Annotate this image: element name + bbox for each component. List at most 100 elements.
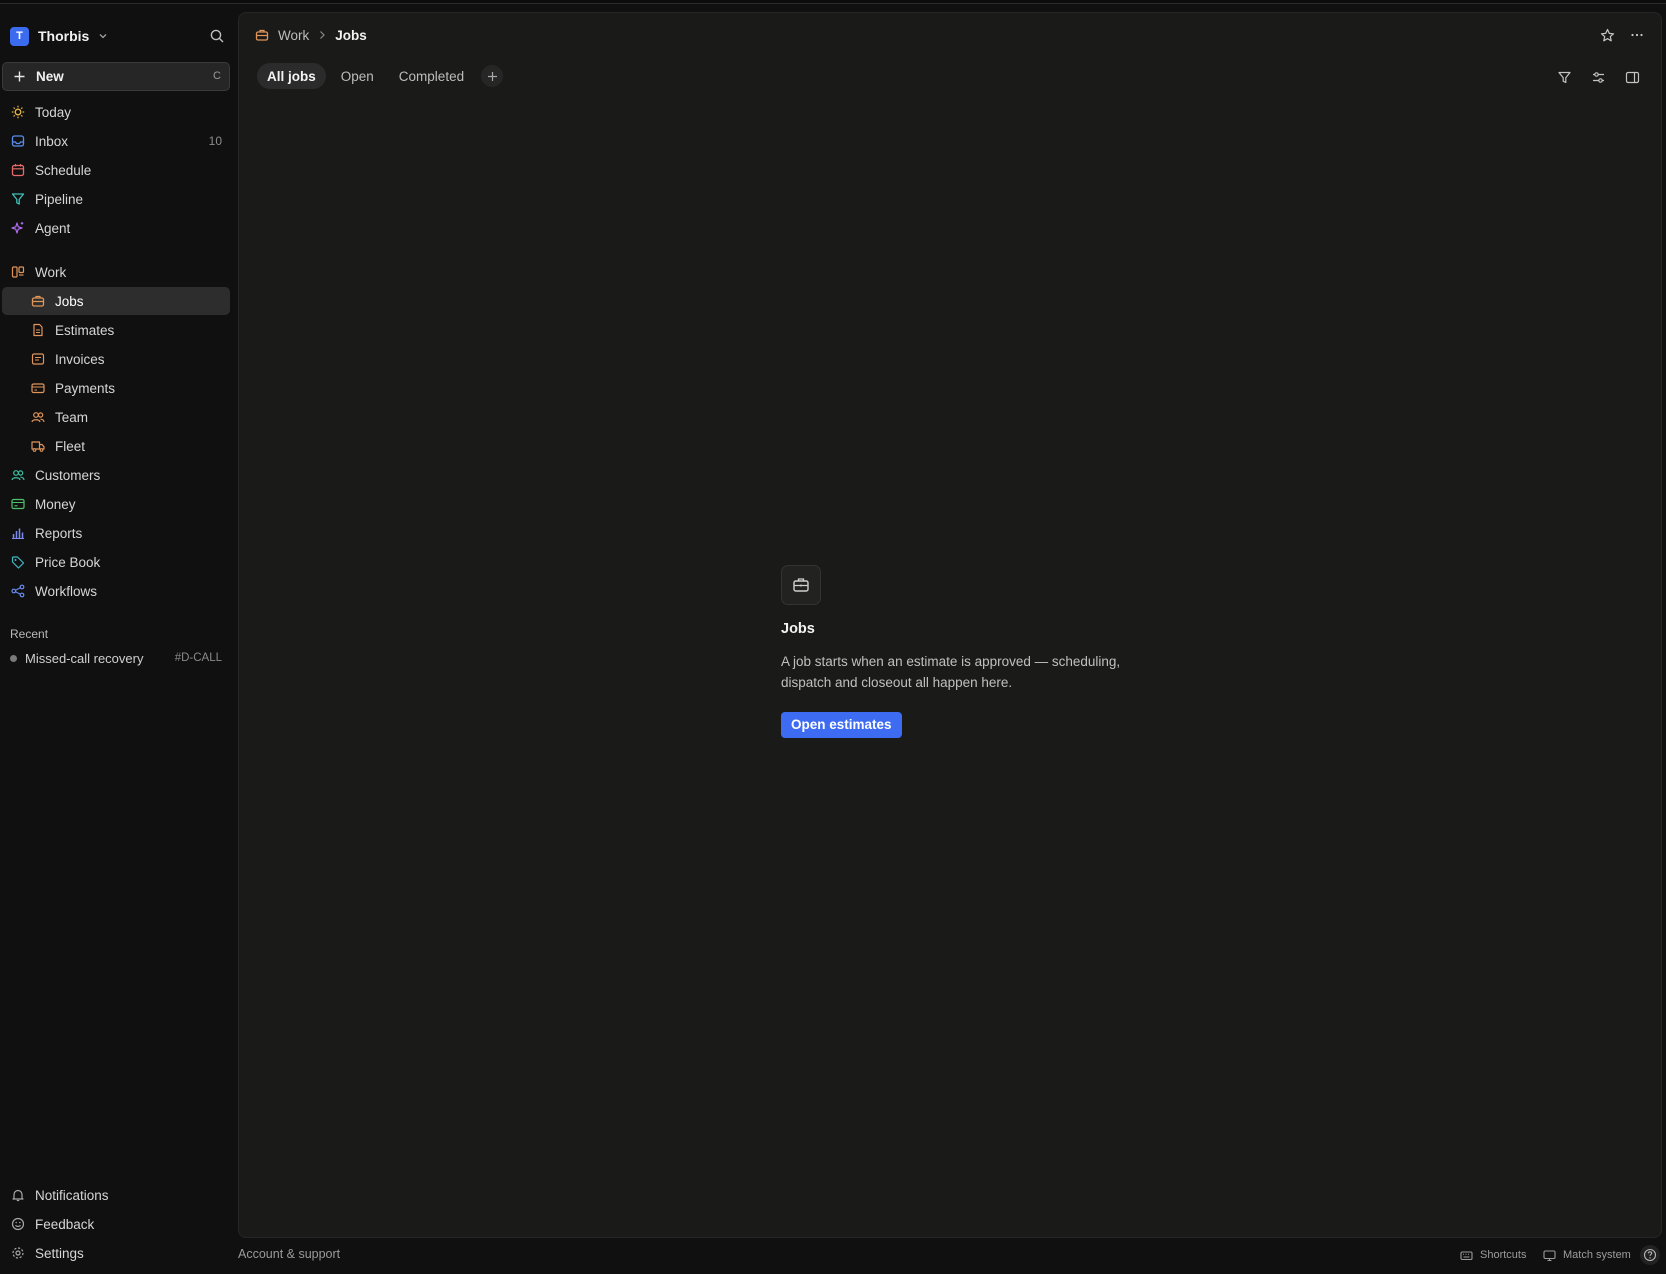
plus-icon <box>487 71 497 81</box>
sun-icon <box>10 104 26 120</box>
theme-label: Match system <box>1563 1249 1631 1261</box>
sidebar-item-notifications[interactable]: Notifications <box>2 1181 230 1209</box>
sidebar-item-label: Feedback <box>35 1216 95 1232</box>
tab-open[interactable]: Open <box>331 63 384 89</box>
bell-icon <box>10 1187 26 1203</box>
sidebar-item-label: Pipeline <box>35 191 84 207</box>
inbox-count-badge: 10 <box>208 134 222 148</box>
filter-icon[interactable] <box>1551 64 1577 90</box>
workspace-name: Thorbis <box>38 28 90 44</box>
tab-all-jobs[interactable]: All jobs <box>257 63 326 89</box>
recent-item-tag: #D-CALL <box>174 652 222 664</box>
sidebar-item-schedule[interactable]: Schedule <box>2 156 230 184</box>
sidebar-item-label: Notifications <box>35 1187 109 1203</box>
inbox-icon <box>10 133 26 149</box>
sidebar-item-today[interactable]: Today <box>2 98 230 126</box>
receipt-icon <box>30 351 46 367</box>
briefcase-icon <box>255 28 269 42</box>
breadcrumb-current: Jobs <box>335 27 367 43</box>
workflow-icon <box>10 583 26 599</box>
window-top-border <box>0 0 1666 4</box>
breadcrumb-parent[interactable]: Work <box>278 28 309 43</box>
sidebar-item-label: Money <box>35 496 76 512</box>
sidebar-item-label: Invoices <box>55 351 105 367</box>
sidebar-item-workflows[interactable]: Workflows <box>2 577 230 605</box>
people-icon <box>30 409 46 425</box>
sidebar-item-team[interactable]: Team <box>2 403 230 431</box>
bar-chart-icon <box>10 525 26 541</box>
add-view-button[interactable] <box>481 65 504 87</box>
sidebar-item-payments[interactable]: Payments <box>2 374 230 402</box>
sidebar-item-agent[interactable]: Agent <box>2 214 230 242</box>
credit-card-icon <box>30 380 46 396</box>
truck-icon <box>30 438 46 454</box>
more-options-icon[interactable] <box>1627 25 1647 45</box>
recent-item[interactable]: Missed-call recovery #D-CALL <box>2 644 230 672</box>
chevron-right-icon <box>317 30 327 40</box>
sidebar-item-label: Price Book <box>35 554 101 570</box>
account-support-link[interactable]: Account & support <box>238 1247 340 1261</box>
sidebar-item-settings[interactable]: Settings <box>2 1239 230 1267</box>
new-shortcut-key: C <box>213 70 221 82</box>
sidebar-item-inbox[interactable]: Inbox 10 <box>2 127 230 155</box>
empty-state-description: A job starts when an estimate is approve… <box>781 654 1121 690</box>
sidebar-item-label: Settings <box>35 1245 84 1261</box>
document-icon <box>30 322 46 338</box>
sidebar-item-invoices[interactable]: Invoices <box>2 345 230 373</box>
sidebar-item-reports[interactable]: Reports <box>2 519 230 547</box>
smile-icon <box>10 1216 26 1232</box>
keyboard-icon <box>1460 1249 1473 1262</box>
sidebar-item-label: Estimates <box>55 322 115 338</box>
sidebar: T Thorbis New C Today Inbox 10 Schedule <box>0 4 236 1274</box>
gear-icon <box>10 1245 26 1261</box>
chevron-down-icon <box>97 29 111 43</box>
help-icon[interactable] <box>1640 1245 1660 1265</box>
tab-completed[interactable]: Completed <box>389 63 474 89</box>
briefcase-icon <box>781 565 821 605</box>
empty-state-title: Jobs <box>781 621 815 637</box>
workspace-switcher[interactable]: T Thorbis <box>10 22 225 50</box>
sidebar-item-money[interactable]: Money <box>2 490 230 518</box>
sidebar-item-customers[interactable]: Customers <box>2 461 230 489</box>
recent-item-label: Missed-call recovery <box>25 650 144 666</box>
view-tabs: All jobs Open Completed <box>257 63 504 89</box>
sidebar-item-estimates[interactable]: Estimates <box>2 316 230 344</box>
funnel-icon <box>10 191 26 207</box>
sidebar-item-label: Workflows <box>35 583 98 599</box>
sidebar-item-price-book[interactable]: Price Book <box>2 548 230 576</box>
shortcuts-label: Shortcuts <box>1480 1249 1527 1261</box>
search-icon[interactable] <box>209 28 225 44</box>
sidebar-item-fleet[interactable]: Fleet <box>2 432 230 460</box>
sidebar-item-label: Agent <box>35 220 71 236</box>
star-icon[interactable] <box>1597 25 1617 45</box>
shortcuts-button[interactable]: Shortcuts <box>1460 1246 1526 1264</box>
wallet-icon <box>10 496 26 512</box>
toggle-panel-icon[interactable] <box>1619 64 1645 90</box>
sidebar-item-label: Schedule <box>35 162 92 178</box>
sidebar-item-label: Work <box>35 264 67 280</box>
sidebar-item-label: Reports <box>35 525 83 541</box>
new-button-label: New <box>36 69 64 84</box>
sidebar-item-jobs[interactable]: Jobs <box>2 287 230 315</box>
main-panel: Work Jobs All jobs Open Completed Jobs A… <box>238 12 1662 1238</box>
open-estimates-button[interactable]: Open estimates <box>781 712 902 738</box>
people-icon <box>10 467 26 483</box>
sidebar-item-work[interactable]: Work <box>2 258 230 286</box>
board-icon <box>10 264 26 280</box>
sidebar-item-label: Payments <box>55 380 116 396</box>
theme-button[interactable]: Match system <box>1543 1246 1631 1264</box>
display-settings-icon[interactable] <box>1585 64 1611 90</box>
sidebar-item-label: Jobs <box>55 293 84 309</box>
sidebar-item-pipeline[interactable]: Pipeline <box>2 185 230 213</box>
sidebar-item-label: Inbox <box>35 133 69 149</box>
sparkle-icon <box>10 220 26 236</box>
new-button[interactable]: New C <box>2 62 230 91</box>
sidebar-item-label: Today <box>35 104 72 120</box>
tag-icon <box>10 554 26 570</box>
workspace-avatar: T <box>10 26 29 46</box>
sidebar-item-label: Team <box>55 409 89 425</box>
empty-state: Jobs A job starts when an estimate is ap… <box>781 565 1181 738</box>
sidebar-item-feedback[interactable]: Feedback <box>2 1210 230 1238</box>
sidebar-item-label: Customers <box>35 467 101 483</box>
recent-section-label: Recent <box>10 627 49 641</box>
